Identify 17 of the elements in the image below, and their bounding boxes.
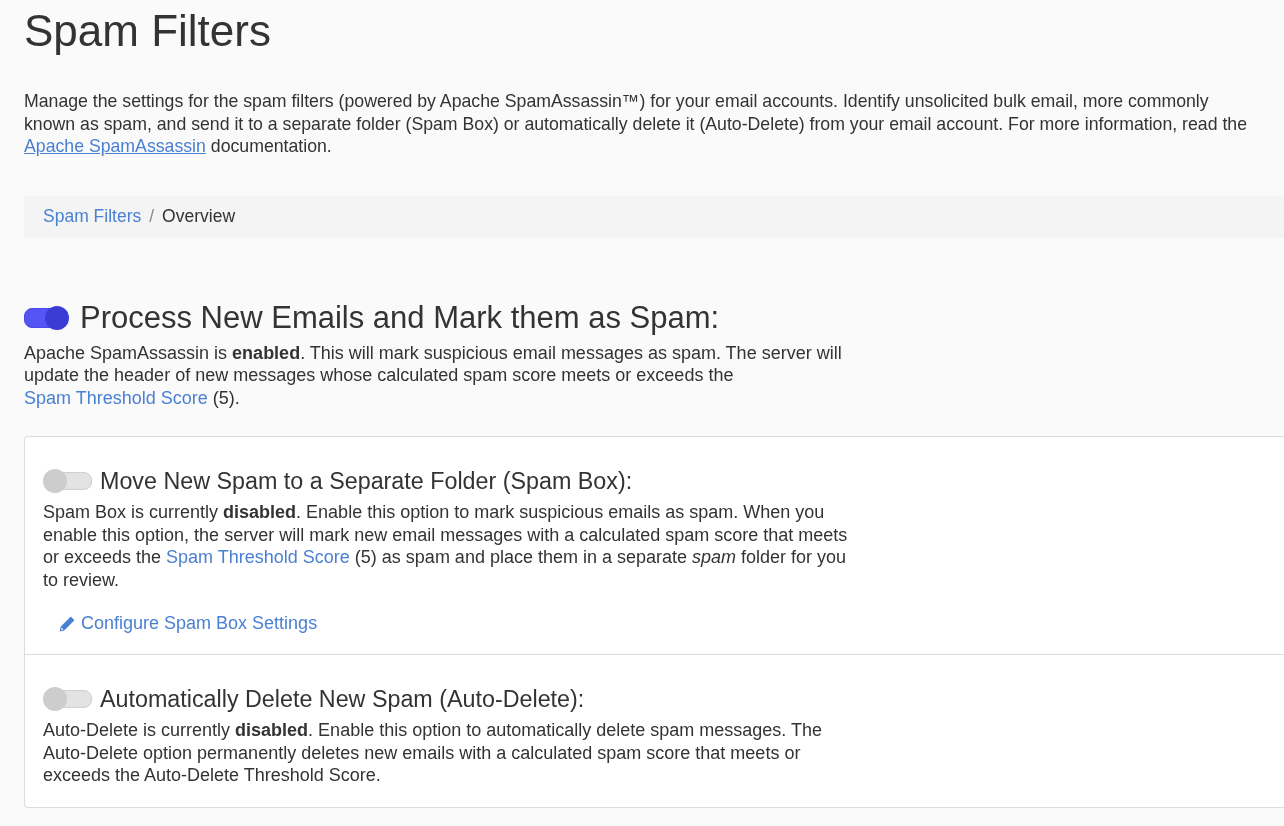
documentation-link[interactable]: Apache SpamAssassin (24, 136, 206, 156)
setting-heading: Move New Spam to a Separate Folder (Spam Box): (100, 467, 633, 495)
configure-link[interactable]: Configure Spam Box Settings (81, 613, 318, 634)
breadcrumb-separator: / (149, 206, 155, 227)
threshold-link[interactable]: Spam Threshold Score (166, 547, 350, 567)
page-title: Spam Filters (24, 5, 272, 54)
setting-description: Auto-Delete is currently disabled. Enable this option to automatically delete spam messages. The Auto-Delete option permanently deletes new emails with a calculated spam score that meets or exceeds the Auto-Delete Threshold Score. (43, 719, 824, 787)
setting-heading: Automatically Delete New Spam (Auto-Delete): (100, 685, 585, 713)
toggle-switch[interactable] (24, 307, 68, 328)
section-heading: Process New Emails and Mark them as Spam: (80, 299, 720, 336)
pencil-icon (59, 615, 75, 632)
breadcrumb-item[interactable]: Overview (162, 206, 236, 227)
intro-paragraph: Manage the settings for the spam filters (powered by Apache SpamAssassin™) for your email accounts. Identify unsolicited bulk email, more commonly known as spam, and send it to a separate folder (Spam Box) or automatically delete it (Auto-Delete) from your email account. For more information, read the Apache SpamAssassin documentation. (24, 90, 1248, 158)
threshold-link[interactable]: Spam Threshold Score (24, 387, 208, 408)
setting-description: Apache SpamAssassin is enabled. This will mark suspicious email messages as spam. The server will update the header of new messages whose calculated spam score meets or exceeds the Spam Threshold Score (5). (24, 341, 843, 409)
breadcrumb-item[interactable]: Spam Filters (43, 206, 142, 227)
setting-description: Spam Box is currently disabled. Enable this option to mark suspicious emails as spam. When you enable this option, the server will mark new email messages with a calculated spam score that meets or exceeds the Spam Threshold Score (5) as spam and place them in a separate spam folder for you to review. (43, 501, 849, 591)
